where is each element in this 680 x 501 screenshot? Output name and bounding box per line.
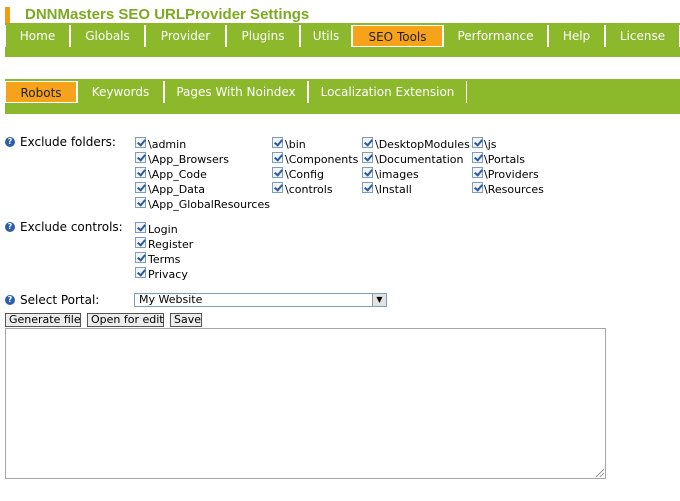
folder-label: \App_GlobalResources [148,198,270,211]
checkbox-admin[interactable] [135,137,146,148]
folder-label: \App_Code [148,168,207,181]
control-label: Terms [148,253,181,266]
tab-globals[interactable]: Globals [70,25,145,47]
checkbox-providers[interactable] [472,167,483,178]
open-for-edit-button[interactable]: Open for edit [87,313,164,327]
select-portal-label: Select Portal: [20,293,100,307]
checkbox-controls[interactable] [272,182,283,193]
help-icon[interactable]: ? [5,137,15,147]
title-accent [5,7,10,23]
tab-utils[interactable]: Utils [300,25,352,47]
subtab-keywords[interactable]: Keywords [77,81,164,103]
checkbox-app-data[interactable] [135,182,146,193]
help-icon[interactable]: ? [5,295,15,305]
folder-label: \Config [285,168,324,181]
folder-label: \DesktopModules [375,138,470,151]
save-button[interactable]: Save [170,313,202,327]
checkbox-app-code[interactable] [135,167,146,178]
checkbox-terms[interactable] [135,252,146,263]
tab-help[interactable]: Help [548,25,605,47]
tab-license[interactable]: License [605,25,680,47]
folder-label: \Documentation [375,153,464,166]
checkbox-desktopmodules[interactable] [362,137,373,148]
control-label: Register [148,238,194,251]
folder-label: \Resources [484,183,544,196]
tab-plugins[interactable]: Plugins [226,25,300,47]
folder-label: \Portals [484,153,526,166]
chevron-down-icon[interactable]: ▼ [372,294,386,306]
checkbox-images[interactable] [362,167,373,178]
portal-select[interactable]: My Website ▼ [134,293,387,307]
checkbox-app-globalresources[interactable] [135,197,146,208]
main-tab-bar: Home Globals Provider Plugins Utils SEO … [5,23,680,57]
folder-label: \App_Data [148,183,205,196]
help-icon[interactable]: ? [5,222,15,232]
tab-performance[interactable]: Performance [443,25,548,47]
resize-grip-icon[interactable] [596,469,604,477]
tab-seo-tools[interactable]: SEO Tools [352,25,443,47]
tab-home[interactable]: Home [5,25,70,47]
portal-select-value: My Website [139,293,203,306]
folder-label: \js [484,138,497,151]
subtab-localization[interactable]: Localization Extension [308,81,467,103]
checkbox-register[interactable] [135,237,146,248]
checkbox-components[interactable] [272,152,283,163]
checkbox-documentation[interactable] [362,152,373,163]
sub-tab-bar: Robots Keywords Pages With Noindex Local… [5,79,680,114]
page-title: DNNMasters SEO URLProvider Settings [25,6,310,23]
subtab-robots[interactable]: Robots [5,81,77,103]
checkbox-bin[interactable] [272,137,283,148]
checkbox-portals[interactable] [472,152,483,163]
folder-label: \App_Browsers [148,153,230,166]
generate-file-button[interactable]: Generate file [5,313,81,327]
control-label: Privacy [148,268,188,281]
tab-provider[interactable]: Provider [145,25,226,47]
folder-label: \controls [285,183,333,196]
exclude-folders-label: Exclude folders: [20,135,116,149]
checkbox-install[interactable] [362,182,373,193]
checkbox-config[interactable] [272,167,283,178]
folder-label: \Providers [484,168,539,181]
folder-label: \admin [148,138,187,151]
robots-text-area[interactable] [5,328,606,479]
folder-label: \Components [285,153,359,166]
checkbox-app-browsers[interactable] [135,152,146,163]
checkbox-login[interactable] [135,222,146,233]
folder-label: \bin [285,138,306,151]
folder-label: \Install [375,183,412,196]
checkbox-js[interactable] [472,137,483,148]
checkbox-privacy[interactable] [135,267,146,278]
checkbox-resources[interactable] [472,182,483,193]
control-label: Login [148,223,178,236]
exclude-controls-label: Exclude controls: [20,220,123,234]
subtab-pages-noindex[interactable]: Pages With Noindex [164,81,308,103]
folder-label: \images [375,168,419,181]
